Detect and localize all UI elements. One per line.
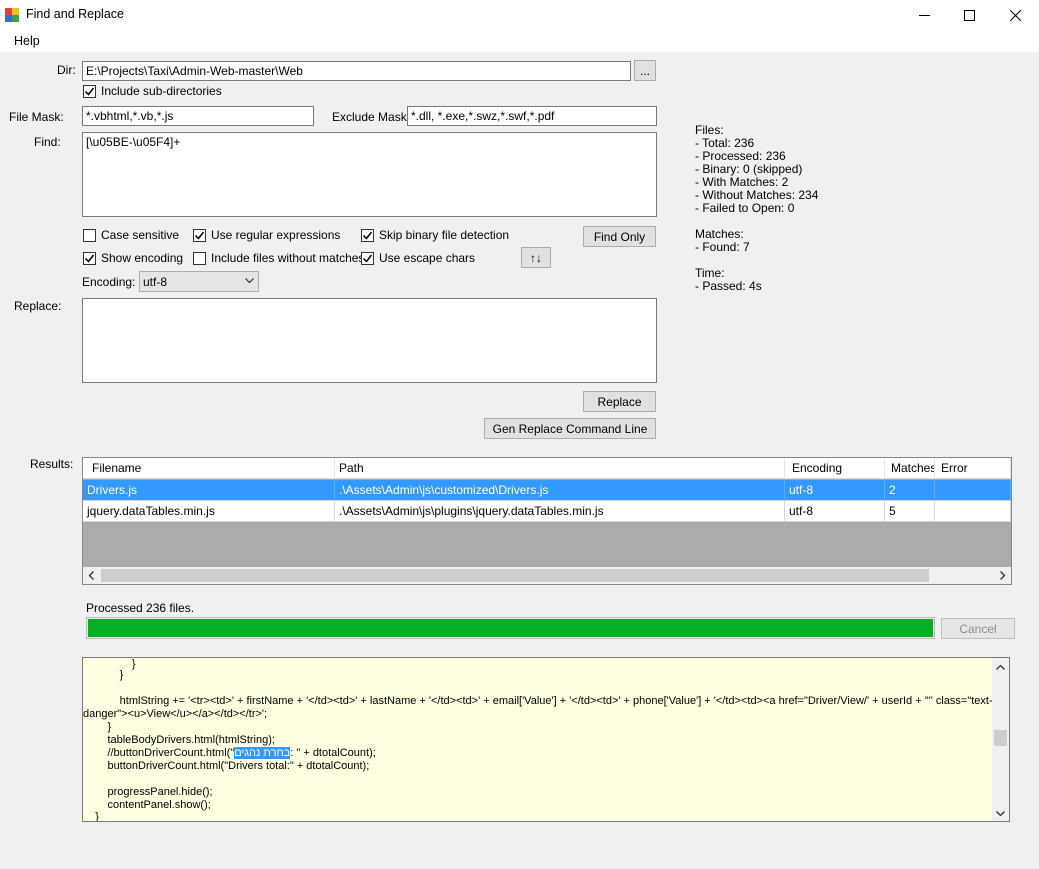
replace-label: Replace: [14, 299, 62, 313]
use-escape-checkbox[interactable] [361, 252, 374, 265]
column-header-encoding[interactable]: Encoding [785, 458, 885, 479]
menu-bar [0, 30, 1039, 52]
dir-label: Dir: [57, 63, 76, 77]
preview-pane[interactable]: } } htmlString += '<tr><td>' + firstName… [82, 657, 1010, 822]
cell-error [935, 480, 1011, 501]
case-sensitive-label: Case sensitive [101, 228, 180, 242]
exclude-mask-label: Exclude Mask: [332, 110, 411, 124]
cell-encoding: utf-8 [785, 501, 885, 522]
show-encoding-checkbox[interactable] [83, 252, 96, 265]
cell-filename: Drivers.js [83, 480, 335, 501]
code-line: contentPanel.show(); [83, 799, 211, 811]
code-prefix: //buttonDriverCount.html(" [83, 747, 235, 759]
case-sensitive-checkbox[interactable] [83, 229, 96, 242]
progress-fill [88, 619, 933, 637]
code-line: } [83, 669, 124, 681]
window-title: Find and Replace [26, 7, 124, 21]
progress-status: Processed 236 files. [86, 601, 195, 615]
progress-bar [86, 617, 935, 639]
cell-filename: jquery.dataTables.min.js [83, 501, 335, 522]
include-no-matches-checkbox[interactable] [193, 252, 206, 265]
skip-binary-label: Skip binary file detection [379, 228, 510, 242]
code-line: progressPanel.hide(); [83, 786, 213, 798]
encoding-label: Encoding: [82, 275, 136, 289]
chevron-up-icon[interactable] [996, 664, 1005, 671]
menu-help[interactable]: Help [14, 34, 40, 48]
file-mask-label: File Mask: [9, 110, 64, 124]
file-mask-input[interactable]: *.vbhtml,*.vb,*.js [82, 106, 314, 126]
results-grid[interactable]: Filename Path Encoding Matches Error Dri… [82, 457, 1012, 585]
table-row[interactable]: jquery.dataTables.min.js .\Assets\Admin\… [83, 501, 1011, 522]
app-icon [5, 8, 19, 22]
cancel-button[interactable]: Cancel [941, 618, 1015, 639]
minimize-button[interactable] [901, 0, 947, 30]
code-line: } [83, 721, 112, 733]
code-line: danger"><u>View</u></a></td></tr>'; [83, 708, 268, 720]
chevron-down-icon[interactable] [996, 810, 1005, 817]
title-bar [0, 0, 1039, 30]
cell-path: .\Assets\Admin\js\plugins\jquery.dataTab… [335, 501, 785, 522]
cell-matches: 5 [885, 501, 935, 522]
include-subdirs-checkbox[interactable] [83, 85, 96, 98]
checkmark-icon [194, 231, 205, 240]
checkmark-icon [84, 87, 95, 96]
files-stats: Files: - Total: 236 - Processed: 236 - B… [695, 124, 818, 293]
replace-button[interactable]: Replace [583, 391, 656, 412]
exclude-mask-input[interactable]: *.dll, *.exe,*.swz,*.swf,*.pdf [407, 106, 657, 126]
code-line: tableBodyDrivers.html(htmlString); [83, 734, 275, 746]
use-regex-checkbox[interactable] [193, 229, 206, 242]
chevron-left-icon[interactable] [88, 571, 95, 580]
replace-textarea[interactable] [82, 298, 657, 383]
preview-vertical-scrollbar[interactable] [992, 658, 1009, 821]
files-failed: - Failed to Open: 0 [695, 201, 795, 215]
find-textarea[interactable]: [\u05BE-\u05F4]+ [82, 132, 657, 217]
use-regex-label: Use regular expressions [211, 228, 341, 242]
code-line: buttonDriverCount.html("Drivers total:" … [83, 760, 370, 772]
cell-encoding: utf-8 [785, 480, 885, 501]
use-escape-label: Use escape chars [379, 251, 476, 265]
gen-command-line-button[interactable]: Gen Replace Command Line [484, 418, 656, 439]
cell-path: .\Assets\Admin\js\customized\Drivers.js [335, 480, 785, 501]
close-button[interactable] [992, 0, 1038, 30]
maximize-icon [963, 9, 975, 21]
scroll-thumb[interactable] [994, 730, 1007, 746]
cell-matches: 2 [885, 480, 935, 501]
find-only-button[interactable]: Find Only [583, 226, 656, 247]
results-header-row: Filename Path Encoding Matches Error [83, 458, 1011, 479]
chevron-right-icon[interactable] [999, 571, 1006, 580]
checkmark-icon [84, 254, 95, 263]
time-passed: - Passed: 4s [695, 279, 762, 293]
browse-button[interactable]: ... [634, 60, 656, 81]
chevron-down-icon [245, 278, 254, 284]
checkmark-icon [362, 254, 373, 263]
results-horizontal-scrollbar[interactable] [83, 567, 1011, 584]
minimize-icon [918, 14, 930, 16]
code-line-with-match: //buttonDriverCount.html("בחרת נהגים: " … [83, 747, 376, 759]
cell-error [935, 501, 1011, 522]
column-header-error[interactable]: Error [935, 458, 1011, 479]
code-line: htmlString += '<tr><td>' + firstName + '… [83, 695, 993, 707]
column-header-filename[interactable]: Filename [83, 458, 335, 479]
matches-found: - Found: 7 [695, 240, 750, 254]
encoding-select[interactable]: utf-8 [139, 271, 259, 292]
include-no-matches-label: Include files without matches [211, 251, 365, 265]
skip-binary-checkbox[interactable] [361, 229, 374, 242]
results-label: Results: [30, 457, 74, 471]
close-icon [1009, 9, 1021, 21]
scroll-thumb[interactable] [101, 569, 929, 582]
encoding-value: utf-8 [143, 275, 168, 289]
checkmark-icon [362, 231, 373, 240]
swap-button[interactable]: ↑↓ [521, 247, 551, 268]
column-header-path[interactable]: Path [335, 458, 785, 479]
code-suffix: : " + dtotalCount); [290, 747, 376, 759]
match-highlight: בחרת נהגים [234, 747, 291, 759]
table-row[interactable]: Drivers.js .\Assets\Admin\js\customized\… [83, 480, 1011, 501]
find-label: Find: [34, 135, 61, 149]
column-header-matches[interactable]: Matches [885, 458, 935, 479]
show-encoding-label: Show encoding [101, 251, 184, 265]
code-line: } [83, 811, 99, 822]
maximize-button[interactable] [946, 0, 992, 30]
dir-input[interactable]: E:\Projects\Taxi\Admin-Web-master\Web [82, 61, 631, 81]
include-subdirs-label: Include sub-directories [101, 84, 222, 98]
